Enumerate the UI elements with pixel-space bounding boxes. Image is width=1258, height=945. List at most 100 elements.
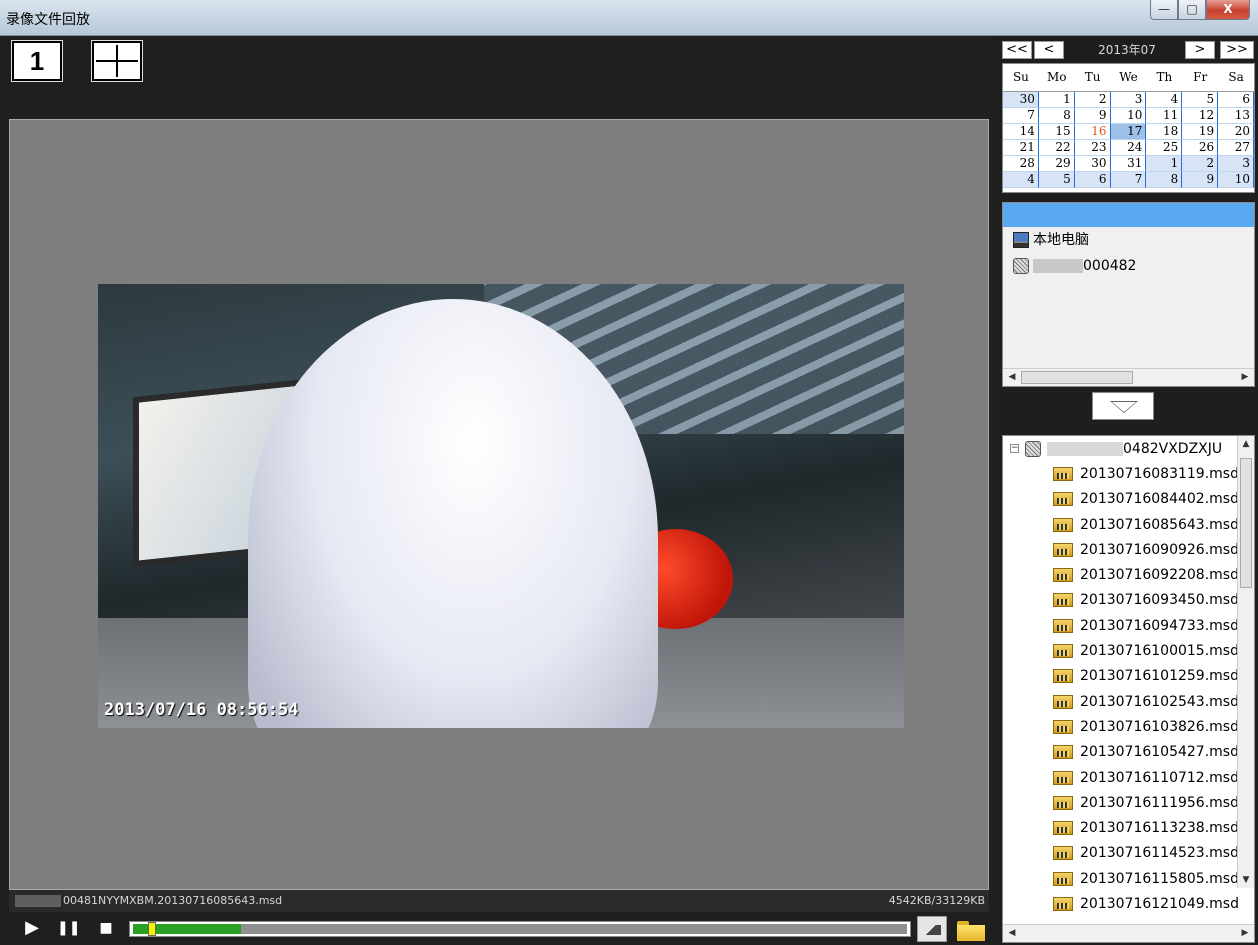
calendar-day[interactable]: 2 — [1182, 156, 1219, 172]
file-list-item[interactable]: 20130716084402.msd — [1003, 487, 1254, 512]
calendar-day[interactable]: 12 — [1182, 108, 1219, 124]
collapse-icon[interactable]: − — [1010, 444, 1019, 453]
scroll-left-icon[interactable]: ◀ — [1004, 926, 1020, 941]
calendar-day[interactable]: 16 — [1074, 124, 1111, 140]
prev-year-button[interactable]: << — [1002, 41, 1032, 59]
progress-thumb[interactable] — [148, 922, 157, 936]
horizontal-scrollbar[interactable]: ◀ ▶ — [1003, 924, 1254, 942]
video-file-icon — [1053, 644, 1073, 659]
scroll-up-icon[interactable]: ▲ — [1238, 436, 1254, 452]
calendar-day[interactable]: 8 — [1038, 108, 1075, 124]
calendar-day[interactable]: 15 — [1038, 124, 1075, 140]
calendar-day[interactable]: 26 — [1182, 140, 1219, 156]
file-list-item[interactable]: 20130716092208.msd — [1003, 563, 1254, 588]
file-list-item[interactable]: 20130716103826.msd — [1003, 715, 1254, 740]
calendar-day[interactable]: 20 — [1218, 124, 1254, 140]
calendar-day[interactable]: 7 — [1003, 108, 1039, 124]
next-month-button[interactable]: > — [1185, 41, 1215, 59]
calendar-day[interactable]: 4 — [1003, 172, 1039, 188]
calendar-day[interactable]: 9 — [1074, 108, 1111, 124]
file-tree-root[interactable]: − 0482VXDZXJU — [1003, 436, 1254, 462]
calendar-day[interactable]: 1 — [1038, 92, 1075, 108]
scroll-right-icon[interactable]: ▶ — [1237, 926, 1253, 941]
tree-item-label: 000482 — [1083, 258, 1137, 274]
maximize-button[interactable]: □ — [1178, 0, 1206, 20]
file-list-item[interactable]: 20130716094733.msd — [1003, 614, 1254, 639]
calendar-day[interactable]: 27 — [1218, 140, 1254, 156]
calendar-day[interactable]: 7 — [1110, 172, 1147, 188]
calendar-day[interactable]: 28 — [1003, 156, 1039, 172]
open-folder-icon[interactable] — [955, 916, 987, 942]
vertical-scrollbar[interactable]: ▲ ▼ — [1237, 436, 1254, 888]
video-frame[interactable]: 2013/07/16 08:56:54 — [98, 284, 904, 728]
file-name: 20130716111956.msd — [1080, 794, 1239, 811]
calendar-day[interactable]: 10 — [1110, 108, 1147, 124]
single-view-button[interactable]: 1 — [11, 40, 63, 82]
calendar-day[interactable]: 5 — [1182, 92, 1219, 108]
calendar-day[interactable]: 8 — [1146, 172, 1183, 188]
file-list-item[interactable]: 20130716090926.msd — [1003, 538, 1254, 563]
file-list-item[interactable]: 20130716121049.msd — [1003, 892, 1254, 917]
calendar-day[interactable]: 19 — [1182, 124, 1219, 140]
file-list-item[interactable]: 20130716102543.msd — [1003, 690, 1254, 715]
video-file-icon — [1053, 593, 1073, 608]
calendar-day[interactable]: 14 — [1003, 124, 1039, 140]
calendar-day[interactable]: 13 — [1218, 108, 1254, 124]
file-list-item[interactable]: 20130716111956.msd — [1003, 791, 1254, 816]
file-list-item[interactable]: 20130716114523.msd — [1003, 841, 1254, 866]
calendar-day[interactable]: 18 — [1146, 124, 1183, 140]
calendar-day[interactable]: 24 — [1110, 140, 1147, 156]
calendar-day[interactable]: 21 — [1003, 140, 1039, 156]
video-file-icon — [1053, 542, 1073, 557]
scrollbar-thumb[interactable] — [1240, 458, 1252, 588]
calendar-day[interactable]: 23 — [1074, 140, 1111, 156]
calendar-day[interactable]: 17 — [1110, 124, 1147, 140]
quad-view-button[interactable] — [91, 40, 143, 82]
file-list-item[interactable]: 20130716101259.msd — [1003, 664, 1254, 689]
scroll-down-icon[interactable]: ▼ — [1238, 872, 1254, 888]
calendar-day[interactable]: 6 — [1074, 172, 1111, 188]
close-button[interactable]: X — [1206, 0, 1250, 20]
tree-item-device[interactable]: 000482 — [1003, 253, 1254, 279]
horizontal-scrollbar[interactable]: ◀ ▶ — [1003, 368, 1254, 386]
scroll-right-icon[interactable]: ▶ — [1237, 370, 1253, 385]
calendar-day[interactable]: 6 — [1218, 92, 1254, 108]
calendar-day[interactable]: 29 — [1038, 156, 1075, 172]
calendar-day[interactable]: 5 — [1038, 172, 1075, 188]
expand-down-button[interactable] — [1092, 392, 1154, 420]
calendar-day[interactable]: 31 — [1110, 156, 1147, 172]
file-list-item[interactable]: 20130716085643.msd — [1003, 513, 1254, 538]
file-list-item[interactable]: 20130716083119.msd — [1003, 462, 1254, 487]
prev-month-button[interactable]: < — [1034, 41, 1064, 59]
file-list-item[interactable]: 20130716093450.msd — [1003, 588, 1254, 613]
calendar-day[interactable]: 4 — [1146, 92, 1183, 108]
file-list-item[interactable]: 20130716105427.msd — [1003, 740, 1254, 765]
calendar-day[interactable]: 22 — [1038, 140, 1075, 156]
calendar-day[interactable]: 30 — [1074, 156, 1111, 172]
minimize-button[interactable]: — — [1150, 0, 1178, 20]
scroll-left-icon[interactable]: ◀ — [1004, 370, 1020, 385]
calendar-day[interactable]: 3 — [1110, 92, 1147, 108]
calendar-day[interactable]: 11 — [1146, 108, 1183, 124]
scrollbar-thumb[interactable] — [1021, 371, 1133, 384]
tree-item-local-pc[interactable]: 本地电脑 — [1003, 227, 1254, 253]
pause-button[interactable]: ❚❚ — [57, 917, 80, 939]
file-list-item[interactable]: 20130716100015.msd — [1003, 639, 1254, 664]
file-list-item[interactable]: 20130716110712.msd — [1003, 766, 1254, 791]
file-size-label: 4542KB/33129KB — [888, 894, 985, 907]
calendar-day[interactable]: 30 — [1003, 92, 1039, 108]
progress-slider[interactable] — [129, 921, 911, 937]
snapshot-icon[interactable] — [917, 916, 947, 942]
calendar-day[interactable]: 10 — [1218, 172, 1254, 188]
calendar-day[interactable]: 25 — [1146, 140, 1183, 156]
file-list-item[interactable]: 20130716115805.msd — [1003, 867, 1254, 892]
next-year-button[interactable]: >> — [1220, 41, 1254, 59]
file-list-item[interactable]: 20130716113238.msd — [1003, 816, 1254, 841]
calendar-day[interactable]: 9 — [1182, 172, 1219, 188]
video-file-icon — [1053, 897, 1073, 912]
play-button[interactable]: ▶ — [21, 917, 43, 939]
stop-button[interactable]: ■ — [95, 917, 117, 939]
calendar-day[interactable]: 3 — [1218, 156, 1254, 172]
calendar-day[interactable]: 1 — [1146, 156, 1183, 172]
calendar-day[interactable]: 2 — [1074, 92, 1111, 108]
